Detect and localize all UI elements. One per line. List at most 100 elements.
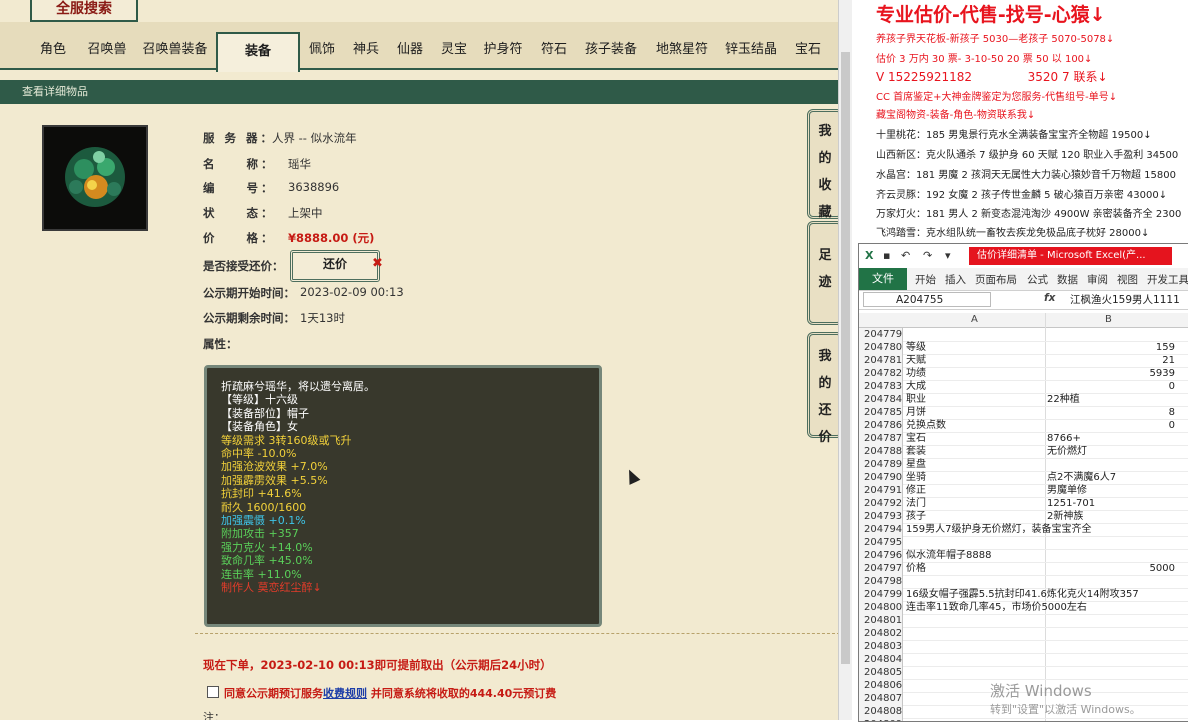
cell-a[interactable]: 修正 xyxy=(906,484,926,497)
ribbon-tab-formulas[interactable]: 公式 xyxy=(1027,272,1048,287)
row-number[interactable]: 204800 xyxy=(859,601,903,614)
sheet-row[interactable]: 204793 孩子 2新神族 xyxy=(859,510,1188,524)
sheet-row[interactable]: 204799 16级女帽子强霹5.5抗封印41.6炼化克火14附攻357 xyxy=(859,588,1188,602)
row-number[interactable]: 204801 xyxy=(859,614,903,627)
cell-b-number[interactable]: 159 xyxy=(1156,341,1175,354)
cell-b[interactable]: 8766+ xyxy=(1047,432,1081,445)
cell-b[interactable]: 2新神族 xyxy=(1047,510,1083,523)
sheet-row[interactable]: 204794 159男人7级护身无价燃灯，装备宝宝齐全 xyxy=(859,523,1188,537)
row-number[interactable]: 204806 xyxy=(859,679,903,692)
counter-offer-button[interactable]: 还价 xyxy=(290,250,380,282)
agree-checkbox[interactable] xyxy=(207,686,219,698)
tab-equipment[interactable]: 装备 xyxy=(216,32,300,72)
row-number[interactable]: 204805 xyxy=(859,666,903,679)
cell-a[interactable]: 等级 xyxy=(906,341,926,354)
ribbon-tab-developer[interactable]: 开发工具 xyxy=(1147,272,1188,287)
cell-a[interactable]: 159男人7级护身无价燃灯，装备宝宝齐全 xyxy=(906,523,1091,536)
fx-icon[interactable]: fx xyxy=(1044,292,1055,304)
ribbon-tab-page-layout[interactable]: 页面布局 xyxy=(975,272,1017,287)
sheet-row[interactable]: 204786 兑换点数 0 xyxy=(859,419,1188,433)
row-number[interactable]: 204796 xyxy=(859,549,903,562)
row-number[interactable]: 204795 xyxy=(859,536,903,549)
file-tab[interactable]: 文件 xyxy=(859,268,907,290)
cell-a[interactable]: 套装 xyxy=(906,445,926,458)
tab-fairy-artifact[interactable]: 仙器 xyxy=(390,34,430,68)
cell-a[interactable]: 法门 xyxy=(906,497,926,510)
cell-a[interactable]: 孩子 xyxy=(906,510,926,523)
sheet-row[interactable]: 204809 xyxy=(859,718,1188,721)
row-number[interactable]: 204808 xyxy=(859,705,903,718)
row-number[interactable]: 204786 xyxy=(859,419,903,432)
cell-a[interactable]: 坐骑 xyxy=(906,471,926,484)
row-number[interactable]: 204791 xyxy=(859,484,903,497)
sheet-row[interactable]: 204780 等级 159 xyxy=(859,341,1188,355)
sheet-row[interactable]: 204802 xyxy=(859,627,1188,641)
close-icon[interactable]: ✖ xyxy=(372,256,383,271)
sheet-row[interactable]: 204797 价格 5000 xyxy=(859,562,1188,576)
row-number[interactable]: 204799 xyxy=(859,588,903,601)
tab-divine-weapon[interactable]: 神兵 xyxy=(346,34,386,68)
tab-jade-crystal[interactable]: 锌玉结晶 xyxy=(720,34,782,68)
tab-accessory[interactable]: 佩饰 xyxy=(302,34,342,68)
row-number[interactable]: 204794 xyxy=(859,523,903,536)
cell-a[interactable]: 兑换点数 xyxy=(906,419,946,432)
sheet-row[interactable]: 204783 大成 0 xyxy=(859,380,1188,394)
vertical-scrollbar[interactable] xyxy=(838,0,853,720)
cell-a[interactable]: 功绩 xyxy=(906,367,926,380)
row-number[interactable]: 204779 xyxy=(859,328,903,341)
redo-icon[interactable]: ↷ xyxy=(923,249,932,262)
row-number[interactable]: 204788 xyxy=(859,445,903,458)
sheet-row[interactable]: 204803 xyxy=(859,640,1188,654)
cell-b-number[interactable]: 21 xyxy=(1162,354,1175,367)
cell-b[interactable]: 无价燃灯 xyxy=(1047,445,1087,458)
sheet-row[interactable]: 204796 似水流年帽子8888 xyxy=(859,549,1188,563)
tab-summon[interactable]: 召唤兽 xyxy=(82,34,132,68)
row-number[interactable]: 204797 xyxy=(859,562,903,575)
row-number[interactable]: 204783 xyxy=(859,380,903,393)
ribbon-tab-home[interactable]: 开始 xyxy=(915,272,936,287)
sheet-row[interactable]: 204791 修正 男魔单修 xyxy=(859,484,1188,498)
my-favorites-button[interactable]: 我 的 收 藏 xyxy=(807,109,840,220)
tab-summon-equip[interactable]: 召唤兽装备 xyxy=(136,34,214,68)
cell-b[interactable]: 22种植 xyxy=(1047,393,1080,406)
sheet-row[interactable]: 204779 xyxy=(859,328,1188,342)
cell-a[interactable]: 价格 xyxy=(906,562,926,575)
row-number[interactable]: 204802 xyxy=(859,627,903,640)
name-box[interactable]: A204755 xyxy=(863,292,991,307)
sheet-row[interactable]: 204800 连击率11致命几率45，市场价5000左右 xyxy=(859,601,1188,615)
cell-a[interactable]: 天赋 xyxy=(906,354,926,367)
sheet-row[interactable]: 204795 xyxy=(859,536,1188,550)
customize-toolbar-icon[interactable]: ▾ xyxy=(945,249,951,262)
ribbon-tab-review[interactable]: 审阅 xyxy=(1087,272,1108,287)
row-number[interactable]: 204793 xyxy=(859,510,903,523)
row-number[interactable]: 204784 xyxy=(859,393,903,406)
sheet-row[interactable]: 204805 xyxy=(859,666,1188,680)
sheet-row[interactable]: 204784 职业 22种植 xyxy=(859,393,1188,407)
cell-b-number[interactable]: 8 xyxy=(1169,406,1175,419)
sheet-row[interactable]: 204792 法门 1251-701 xyxy=(859,497,1188,511)
tab-child-equip[interactable]: 孩子装备 xyxy=(580,34,642,68)
cell-b-number[interactable]: 5000 xyxy=(1150,562,1175,575)
save-icon[interactable]: ▪ xyxy=(883,249,890,262)
cell-b-number[interactable]: 5939 xyxy=(1150,367,1175,380)
row-number[interactable]: 204782 xyxy=(859,367,903,380)
sheet-row[interactable]: 204785 月饼 8 xyxy=(859,406,1188,420)
row-number[interactable]: 204804 xyxy=(859,653,903,666)
sheet-row[interactable]: 204788 套装 无价燃灯 xyxy=(859,445,1188,459)
row-number[interactable]: 204807 xyxy=(859,692,903,705)
row-number[interactable]: 204781 xyxy=(859,354,903,367)
row-number[interactable]: 204803 xyxy=(859,640,903,653)
my-counter-offers-button[interactable]: 我 的 还 价 xyxy=(807,332,840,445)
footprint-button[interactable]: 足 迹 xyxy=(807,221,840,325)
undo-icon[interactable]: ↶ xyxy=(901,249,910,262)
cell-a[interactable]: 月饼 xyxy=(906,406,926,419)
cell-a[interactable]: 16级女帽子强霹5.5抗封印41.6炼化克火14附攻357 xyxy=(906,588,1139,601)
row-number[interactable]: 204798 xyxy=(859,575,903,588)
row-number[interactable]: 204789 xyxy=(859,458,903,471)
tab-gemstone[interactable]: 宝石 xyxy=(788,34,828,68)
sheet-row[interactable]: 204790 坐骑 点2不满魔6人7 xyxy=(859,471,1188,485)
tab-spirit-treasure[interactable]: 灵宝 xyxy=(434,34,474,68)
tab-role[interactable]: 角色 xyxy=(28,34,78,68)
row-number[interactable]: 204809 xyxy=(859,718,903,721)
sheet-row[interactable]: 204798 xyxy=(859,575,1188,589)
